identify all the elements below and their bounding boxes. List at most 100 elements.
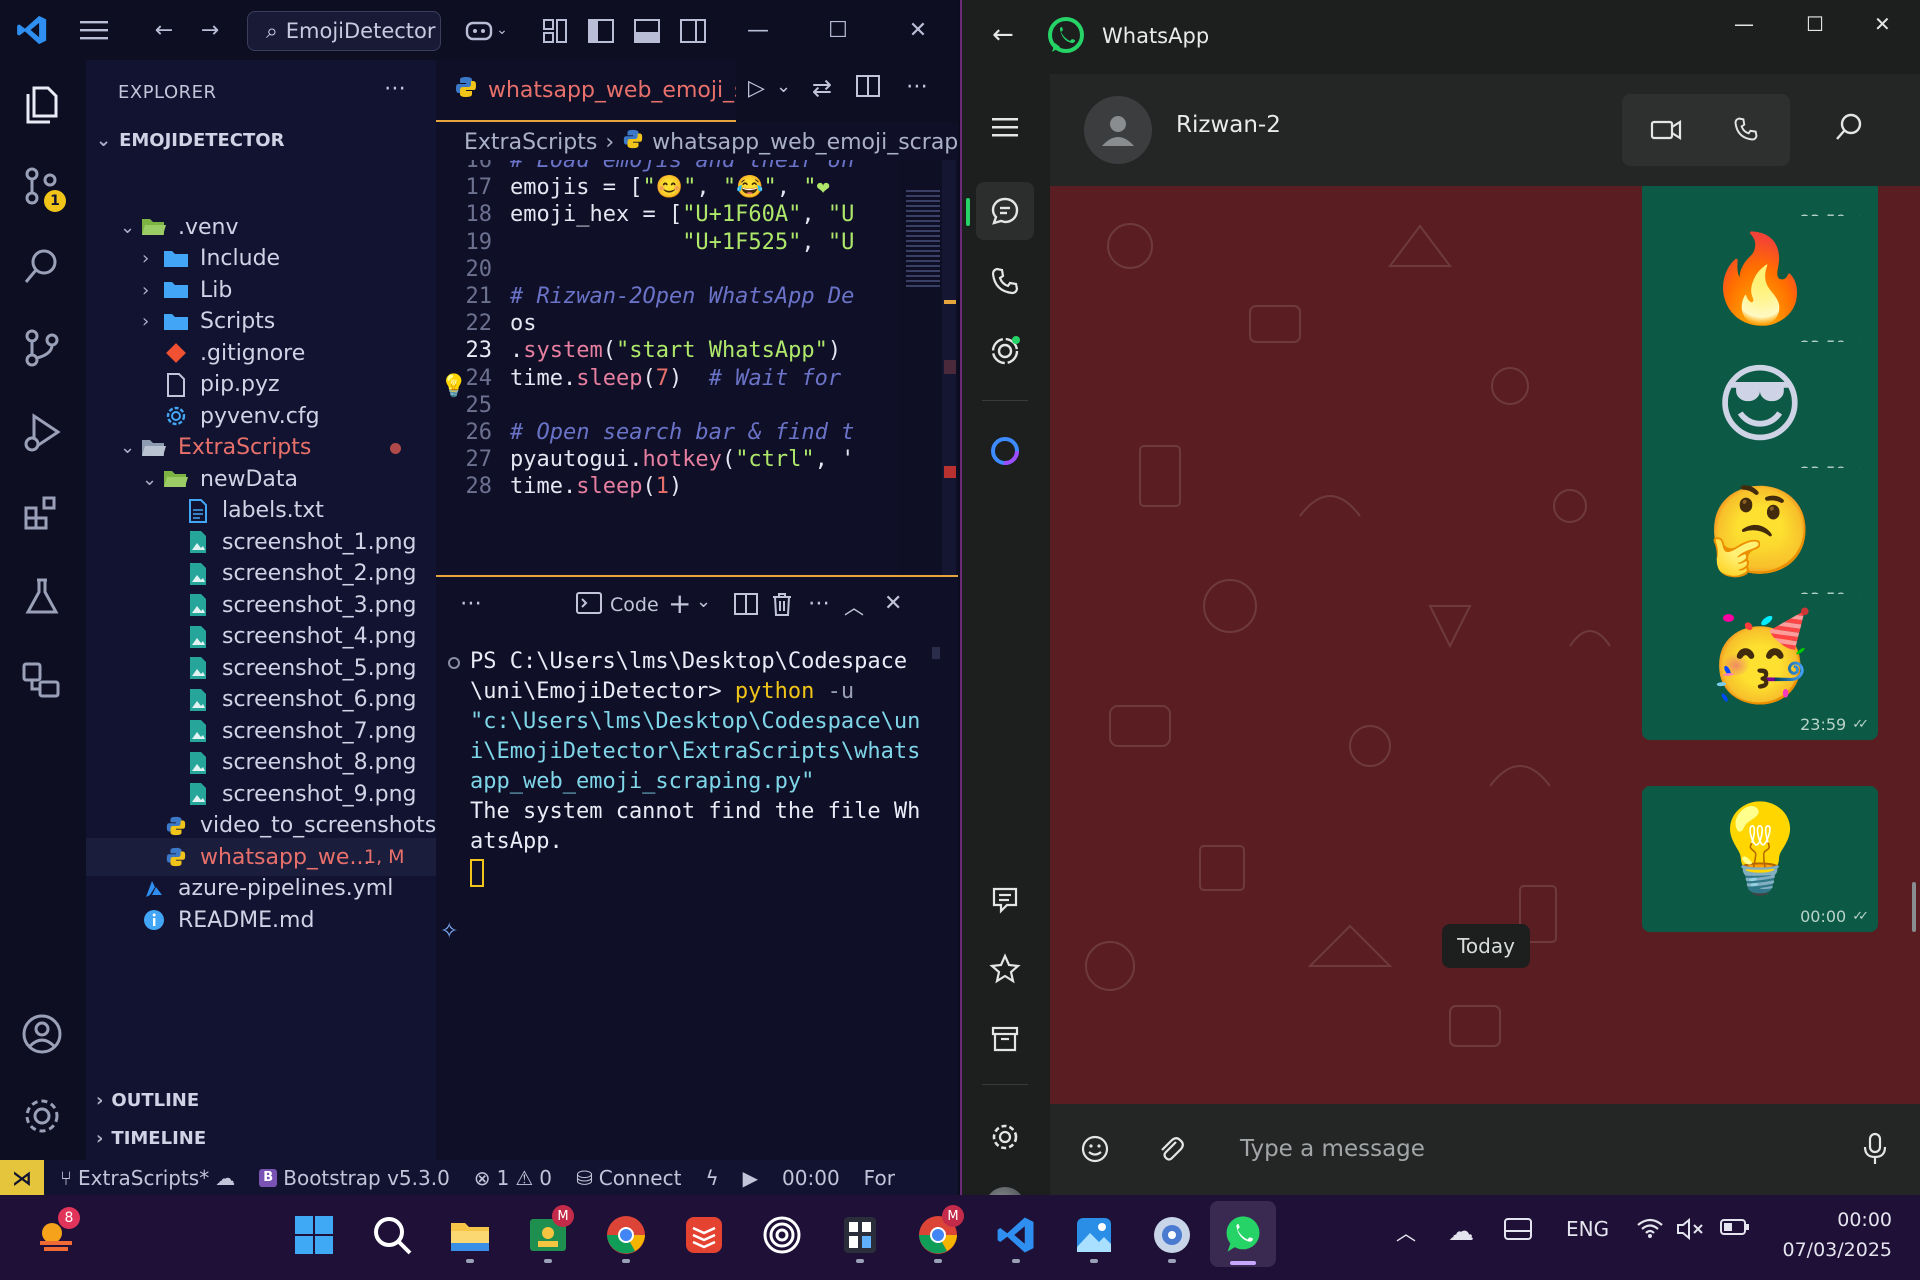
todoist-icon[interactable]	[676, 1207, 732, 1263]
wifi-icon[interactable]	[1636, 1217, 1664, 1239]
meta-ai-icon[interactable]	[976, 422, 1034, 480]
breadcrumb-file[interactable]: whatsapp_web_emoji_scraping.	[652, 130, 958, 155]
status-icon[interactable]	[976, 322, 1034, 380]
taskbar-search-icon[interactable]	[364, 1207, 420, 1263]
testing-icon[interactable]	[16, 570, 68, 622]
archived-icon[interactable]	[976, 1010, 1034, 1068]
outline-section[interactable]: › OUTLINE	[96, 1090, 199, 1111]
minimize-icon[interactable]: —	[1734, 12, 1754, 36]
message-bubble[interactable]: 💡 00:00 ✓✓	[1642, 786, 1878, 932]
tab-whatsapp-script[interactable]: whatsapp_web_emoji_sc	[436, 60, 736, 122]
remote-indicator-icon[interactable]: ⋊	[0, 1160, 44, 1195]
whatsapp-taskbar-icon[interactable]	[1210, 1201, 1276, 1267]
file-explorer-icon[interactable]	[442, 1207, 498, 1263]
run-dropdown-icon[interactable]: ⌄	[776, 76, 791, 97]
vscode-taskbar-icon[interactable]	[988, 1207, 1044, 1263]
weather-widget-icon[interactable]: 8	[28, 1207, 84, 1263]
play-icon[interactable]: ▶	[743, 1166, 758, 1190]
clock[interactable]: 00:00 07/03/2025	[1772, 1205, 1892, 1265]
project-section[interactable]: ⌄ EMOJIDETECTOR	[96, 130, 284, 151]
show-hidden-icons-chevron-icon[interactable]: ︿	[1396, 1217, 1416, 1246]
close-icon[interactable]: ✕	[1874, 12, 1891, 36]
message-scrollbar[interactable]	[1912, 882, 1916, 932]
contact-avatar[interactable]	[1084, 96, 1152, 164]
volume-muted-icon[interactable]	[1676, 1217, 1704, 1241]
copilot-circle-icon[interactable]	[754, 1207, 810, 1263]
back-arrow-icon[interactable]: ←	[148, 14, 180, 46]
bootstrap-status[interactable]: B Bootstrap v5.3.0	[259, 1166, 450, 1190]
menu-icon[interactable]	[78, 14, 110, 46]
battery-icon[interactable]	[1720, 1217, 1750, 1237]
video-call-icon[interactable]	[1650, 116, 1682, 148]
code-line[interactable]: 28 time.sleep(1)	[436, 474, 896, 507]
start-windows-icon[interactable]	[286, 1207, 342, 1263]
minimap[interactable]	[898, 160, 958, 575]
back-arrow-icon[interactable]: ←	[992, 20, 1014, 50]
split-terminal-icon[interactable]	[734, 592, 758, 620]
toggle-sidebar-icon[interactable]	[586, 16, 616, 46]
forward-arrow-icon[interactable]: →	[194, 14, 226, 46]
tablet-mode-icon[interactable]	[1504, 1217, 1532, 1241]
connect-status[interactable]: ⛁ Connect	[576, 1166, 681, 1190]
onedrive-cloud-icon[interactable]: ☁	[1448, 1217, 1474, 1247]
message-list[interactable]: 23:59✓✓🔥23:59✓✓😎23:59✓✓🤔23:59✓✓🥳23:59✓✓💡…	[1050, 186, 1920, 1104]
editor-more-icon[interactable]: ⋯	[906, 74, 928, 99]
snipping-tool-icon[interactable]	[1144, 1207, 1200, 1263]
timeline-section[interactable]: › TIMELINE	[96, 1128, 206, 1149]
photos-icon[interactable]	[1066, 1207, 1122, 1263]
accounts-icon[interactable]	[16, 1008, 68, 1060]
chats-icon[interactable]	[976, 182, 1034, 240]
extensions-icon[interactable]	[16, 488, 68, 540]
split-editor-icon[interactable]	[856, 74, 880, 102]
settings-gear-icon[interactable]	[976, 1108, 1034, 1166]
status-format[interactable]: For	[864, 1166, 895, 1190]
message-bubble[interactable]: 🥳 23:59 ✓✓	[1642, 594, 1878, 740]
chrome-profile-icon[interactable]: M	[910, 1205, 966, 1263]
chat-header[interactable]: Rizwan-2	[1050, 74, 1920, 186]
language-indicator[interactable]: ENG	[1566, 1217, 1609, 1241]
terminal-output[interactable]: PS C:\Users\lms\Desktop\Codespace\uni\Em…	[470, 647, 926, 887]
search-activity-icon[interactable]	[16, 240, 68, 292]
toggle-panel-icon[interactable]	[632, 16, 662, 46]
panel-more-icon[interactable]: ⋯	[460, 591, 482, 616]
voice-call-icon[interactable]	[1732, 114, 1760, 148]
calls-icon[interactable]	[976, 252, 1034, 310]
message-input[interactable]: Type a message	[1240, 1136, 1425, 1162]
new-terminal-icon[interactable]: +	[668, 587, 691, 620]
calculator-icon[interactable]	[832, 1207, 888, 1263]
maximize-icon[interactable]: ☐	[1806, 12, 1824, 36]
message-bubble[interactable]: 🔥23:59✓✓	[1642, 216, 1878, 362]
sparkle-icon[interactable]: ✧	[440, 919, 458, 944]
source-control-icon[interactable]: 1	[16, 160, 68, 212]
panel-options-icon[interactable]: ⋯	[808, 591, 830, 616]
problems-status[interactable]: ⊗ 1 ⚠ 0	[474, 1166, 552, 1190]
chrome-icon[interactable]	[598, 1207, 654, 1263]
breadcrumb-folder[interactable]: ExtraScripts	[464, 130, 597, 155]
message-bubble[interactable]: 😎23:59✓✓	[1642, 342, 1878, 488]
manage-gear-icon[interactable]	[16, 1090, 68, 1142]
remote-explorer-icon[interactable]	[16, 654, 68, 706]
command-center-search[interactable]: ⌕ EmojiDetector	[247, 11, 441, 51]
customize-layout-icon[interactable]	[540, 16, 570, 46]
terminal-dropdown-icon[interactable]: ⌄	[696, 591, 711, 612]
attach-paperclip-icon[interactable]	[1156, 1134, 1186, 1168]
minimize-icon[interactable]: —	[742, 14, 774, 46]
run-file-icon[interactable]: ▷	[748, 76, 765, 101]
microphone-icon[interactable]	[1862, 1132, 1888, 1170]
communities-icon[interactable]	[976, 870, 1034, 928]
run-debug-icon[interactable]	[16, 406, 68, 458]
copilot-icon[interactable]: ⌄	[462, 14, 510, 46]
lightbulb-icon[interactable]: 💡	[440, 374, 467, 399]
explorer-more-icon[interactable]: ⋯	[384, 76, 406, 101]
kill-terminal-trash-icon[interactable]	[770, 591, 794, 621]
maximize-panel-icon[interactable]: ︿	[844, 591, 864, 620]
explorer-icon[interactable]	[16, 78, 68, 130]
terminal-name[interactable]: Code	[610, 594, 659, 616]
close-icon[interactable]: ✕	[902, 14, 934, 46]
emoji-icon[interactable]	[1080, 1134, 1110, 1168]
branch-status[interactable]: ⑂ ExtraScripts* ☁	[60, 1166, 235, 1190]
message-bubble[interactable]: 🤔23:59✓✓	[1642, 468, 1878, 614]
teams-classroom-icon[interactable]: M	[520, 1205, 576, 1263]
breadcrumb[interactable]: ExtraScripts › whatsapp_web_emoji_scrapi…	[436, 126, 958, 158]
contact-name[interactable]: Rizwan-2	[1176, 112, 1281, 138]
